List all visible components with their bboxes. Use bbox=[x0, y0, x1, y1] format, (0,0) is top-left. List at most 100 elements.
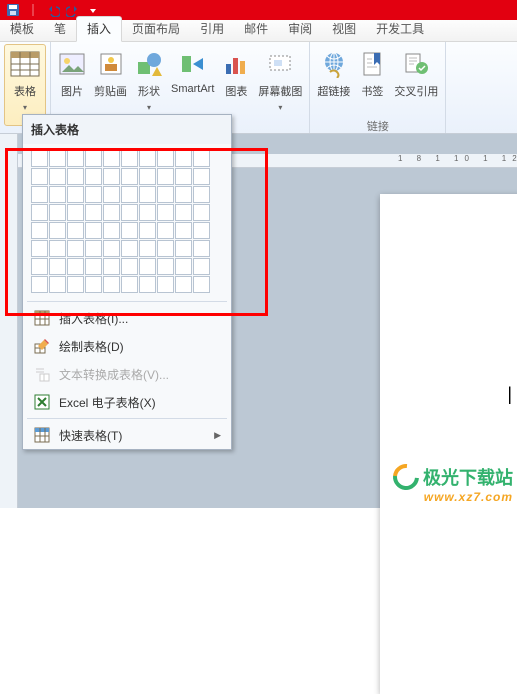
screenshot-button[interactable]: 屏幕截图 bbox=[255, 44, 305, 126]
grid-cell[interactable] bbox=[31, 240, 48, 257]
grid-cell[interactable] bbox=[67, 240, 84, 257]
grid-cell[interactable] bbox=[31, 276, 48, 293]
grid-cell[interactable] bbox=[121, 258, 138, 275]
grid-cell[interactable] bbox=[49, 276, 66, 293]
grid-cell[interactable] bbox=[193, 222, 210, 239]
grid-cell[interactable] bbox=[85, 258, 102, 275]
undo-icon[interactable] bbox=[44, 2, 62, 18]
grid-cell[interactable] bbox=[121, 276, 138, 293]
grid-cell[interactable] bbox=[175, 186, 192, 203]
grid-cell[interactable] bbox=[67, 168, 84, 185]
grid-cell[interactable] bbox=[31, 222, 48, 239]
menu-insert-table[interactable]: 插入表格(I)... bbox=[23, 304, 231, 332]
grid-cell[interactable] bbox=[103, 168, 120, 185]
grid-cell[interactable] bbox=[139, 240, 156, 257]
grid-cell[interactable] bbox=[103, 276, 120, 293]
clipart-button[interactable]: 剪贴画 bbox=[91, 44, 130, 112]
grid-cell[interactable] bbox=[67, 258, 84, 275]
grid-cell[interactable] bbox=[49, 258, 66, 275]
grid-cell[interactable] bbox=[121, 186, 138, 203]
grid-cell[interactable] bbox=[175, 168, 192, 185]
grid-cell[interactable] bbox=[103, 186, 120, 203]
grid-cell[interactable] bbox=[175, 258, 192, 275]
tab-pen[interactable]: 笔 bbox=[44, 17, 76, 41]
grid-cell[interactable] bbox=[193, 276, 210, 293]
grid-cell[interactable] bbox=[157, 240, 174, 257]
grid-cell[interactable] bbox=[67, 204, 84, 221]
grid-cell[interactable] bbox=[139, 222, 156, 239]
grid-cell[interactable] bbox=[175, 150, 192, 167]
grid-cell[interactable] bbox=[193, 168, 210, 185]
grid-cell[interactable] bbox=[121, 222, 138, 239]
grid-cell[interactable] bbox=[67, 222, 84, 239]
menu-excel-table[interactable]: Excel 电子表格(X) bbox=[23, 388, 231, 416]
grid-cell[interactable] bbox=[157, 258, 174, 275]
table-size-grid[interactable] bbox=[23, 144, 231, 299]
smartart-button[interactable]: SmartArt bbox=[168, 44, 217, 108]
grid-cell[interactable] bbox=[175, 240, 192, 257]
grid-cell[interactable] bbox=[67, 150, 84, 167]
tab-view[interactable]: 视图 bbox=[322, 17, 366, 41]
grid-cell[interactable] bbox=[175, 222, 192, 239]
tab-page-layout[interactable]: 页面布局 bbox=[122, 17, 190, 41]
grid-cell[interactable] bbox=[49, 204, 66, 221]
hyperlink-button[interactable]: 超链接 bbox=[314, 44, 353, 112]
grid-cell[interactable] bbox=[49, 168, 66, 185]
grid-cell[interactable] bbox=[121, 150, 138, 167]
tab-references[interactable]: 引用 bbox=[190, 17, 234, 41]
grid-cell[interactable] bbox=[67, 276, 84, 293]
grid-cell[interactable] bbox=[31, 150, 48, 167]
grid-cell[interactable] bbox=[49, 186, 66, 203]
grid-cell[interactable] bbox=[157, 150, 174, 167]
grid-cell[interactable] bbox=[157, 168, 174, 185]
grid-cell[interactable] bbox=[85, 240, 102, 257]
grid-cell[interactable] bbox=[121, 240, 138, 257]
grid-cell[interactable] bbox=[67, 186, 84, 203]
menu-quick-table[interactable]: 快速表格(T) ▶ bbox=[23, 421, 231, 449]
grid-cell[interactable] bbox=[121, 168, 138, 185]
grid-cell[interactable] bbox=[175, 276, 192, 293]
grid-cell[interactable] bbox=[139, 168, 156, 185]
menu-draw-table[interactable]: 绘制表格(D) bbox=[23, 332, 231, 360]
grid-cell[interactable] bbox=[103, 240, 120, 257]
bookmark-button[interactable]: 书签 bbox=[355, 44, 389, 112]
grid-cell[interactable] bbox=[139, 276, 156, 293]
tab-review[interactable]: 审阅 bbox=[278, 17, 322, 41]
grid-cell[interactable] bbox=[193, 240, 210, 257]
grid-cell[interactable] bbox=[49, 222, 66, 239]
tab-insert[interactable]: 插入 bbox=[76, 16, 122, 42]
grid-cell[interactable] bbox=[157, 276, 174, 293]
grid-cell[interactable] bbox=[31, 168, 48, 185]
grid-cell[interactable] bbox=[175, 204, 192, 221]
grid-cell[interactable] bbox=[85, 204, 102, 221]
grid-cell[interactable] bbox=[193, 204, 210, 221]
picture-button[interactable]: 图片 bbox=[55, 44, 89, 112]
tab-template[interactable]: 模板 bbox=[0, 17, 44, 41]
grid-cell[interactable] bbox=[121, 204, 138, 221]
grid-cell[interactable] bbox=[139, 258, 156, 275]
grid-cell[interactable] bbox=[157, 204, 174, 221]
grid-cell[interactable] bbox=[85, 222, 102, 239]
crossref-button[interactable]: 交叉引用 bbox=[391, 44, 441, 112]
tab-developer[interactable]: 开发工具 bbox=[366, 17, 434, 41]
grid-cell[interactable] bbox=[193, 186, 210, 203]
grid-cell[interactable] bbox=[103, 222, 120, 239]
grid-cell[interactable] bbox=[139, 186, 156, 203]
grid-cell[interactable] bbox=[103, 258, 120, 275]
grid-cell[interactable] bbox=[193, 150, 210, 167]
tab-mailings[interactable]: 邮件 bbox=[234, 17, 278, 41]
grid-cell[interactable] bbox=[139, 150, 156, 167]
grid-cell[interactable] bbox=[139, 204, 156, 221]
document-page[interactable] bbox=[380, 194, 517, 694]
save-icon[interactable] bbox=[4, 2, 22, 18]
grid-cell[interactable] bbox=[31, 258, 48, 275]
grid-cell[interactable] bbox=[85, 168, 102, 185]
grid-cell[interactable] bbox=[31, 204, 48, 221]
grid-cell[interactable] bbox=[103, 150, 120, 167]
grid-cell[interactable] bbox=[85, 150, 102, 167]
grid-cell[interactable] bbox=[31, 186, 48, 203]
grid-cell[interactable] bbox=[85, 186, 102, 203]
grid-cell[interactable] bbox=[157, 222, 174, 239]
chart-button[interactable]: 图表 bbox=[219, 44, 253, 112]
grid-cell[interactable] bbox=[85, 276, 102, 293]
